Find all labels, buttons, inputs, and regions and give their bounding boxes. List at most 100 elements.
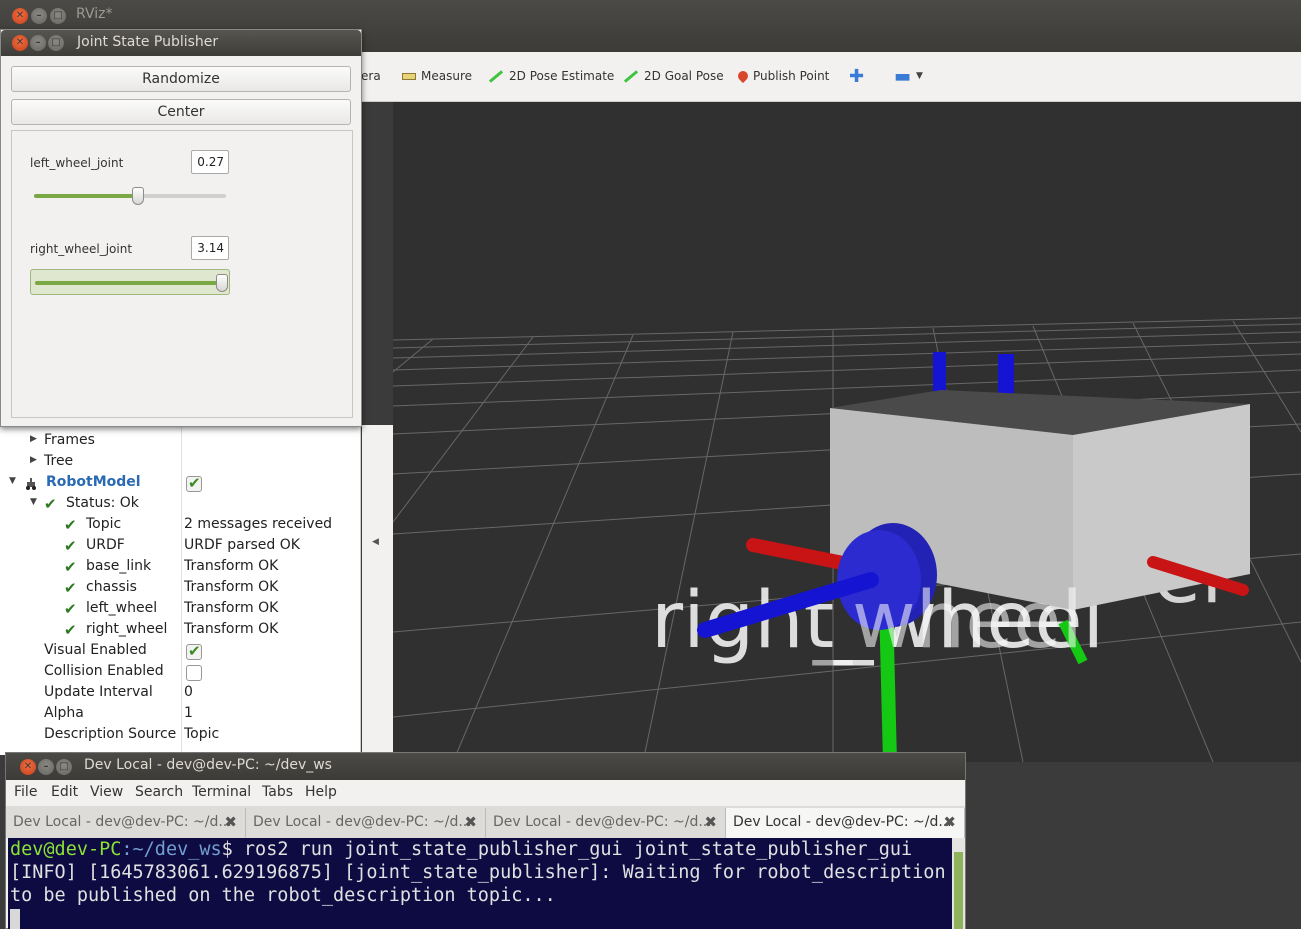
tool-camera-partial[interactable]: era [361, 66, 381, 86]
close-tab-icon[interactable]: ✖ [464, 808, 477, 836]
slider-handle[interactable] [132, 187, 144, 205]
collapse-left-icon[interactable]: ◀ [372, 537, 379, 547]
visual-enabled-checkbox[interactable] [186, 642, 202, 660]
menu-search[interactable]: Search [135, 784, 183, 800]
status-row[interactable]: ✔ base_link Transform OK [0, 557, 361, 578]
status-row[interactable]: ✔ chassis Transform OK [0, 578, 361, 599]
displays-panel: ▶ Frames ▶ Tree ▼ RobotModel ▼ ✔ Status:… [0, 425, 361, 755]
randomize-button[interactable]: Randomize [11, 66, 351, 92]
robotmodel-enabled-checkbox[interactable] [186, 474, 202, 492]
status-row[interactable]: ✔ URDF URDF parsed OK [0, 536, 361, 557]
menu-terminal[interactable]: Terminal [192, 784, 251, 800]
status-row[interactable]: ✔ left_wheel Transform OK [0, 599, 361, 620]
terminal-line: dev@dev-PC:~/dev_ws$ ros2 run joint_stat… [10, 838, 952, 861]
tree-item-robotmodel[interactable]: ▼ RobotModel [0, 473, 361, 494]
item-value[interactable]: 0 [184, 684, 193, 700]
close-icon[interactable]: ✕ [12, 35, 28, 51]
chevron-down-icon[interactable]: ▼ [916, 71, 923, 81]
status-row[interactable]: ✔ right_wheel Transform OK [0, 620, 361, 641]
frame-label-overlay: _wheel [812, 576, 1083, 666]
minimize-icon[interactable]: – [31, 8, 47, 24]
window-title: RViz* [76, 6, 113, 22]
joint-slider[interactable] [30, 269, 230, 295]
property-visual-enabled[interactable]: Visual Enabled [0, 641, 361, 662]
terminal-tab-active[interactable]: Dev Local - dev@dev-PC: ~/d... ✖ [726, 808, 965, 838]
command-text: $ ros2 run joint_state_publisher_gui joi… [221, 839, 913, 860]
item-label: RobotModel [46, 474, 141, 490]
expand-arrow-icon[interactable]: ▶ [30, 434, 37, 444]
scrollbar-thumb[interactable] [954, 852, 963, 929]
terminal-output[interactable]: dev@dev-PC:~/dev_ws$ ros2 run joint_stat… [8, 838, 952, 929]
close-tab-icon[interactable]: ✖ [704, 808, 717, 836]
jsp-titlebar[interactable]: ✕ – □ Joint State Publisher [1, 30, 361, 56]
terminal-tab[interactable]: Dev Local - dev@dev-PC: ~/d... ✖ [486, 808, 726, 838]
tab-label: Dev Local - dev@dev-PC: ~/d... [253, 814, 472, 830]
item-value[interactable]: Topic [184, 726, 219, 742]
tree-item-frames[interactable]: ▶ Frames [0, 431, 361, 452]
menu-edit[interactable]: Edit [51, 784, 78, 800]
joint-state-publisher-window: ✕ – □ Joint State Publisher Randomize Ce… [0, 29, 362, 427]
item-label: Status: Ok [66, 495, 139, 511]
terminal-line [10, 907, 952, 929]
terminal-titlebar[interactable]: ✕ – □ Dev Local - dev@dev-PC: ~/dev_ws [6, 753, 965, 780]
check-icon: ✔ [64, 621, 77, 639]
remove-tool-button[interactable]: ▬ ▼ [894, 66, 923, 87]
tool-label: Measure [421, 69, 472, 83]
tree-item-tree[interactable]: ▶ Tree [0, 452, 361, 473]
maximize-icon[interactable]: □ [48, 35, 64, 51]
status-row[interactable]: ✔ Topic 2 messages received [0, 515, 361, 536]
collapse-arrow-icon[interactable]: ▼ [9, 476, 16, 486]
item-value[interactable]: 1 [184, 705, 193, 721]
item-value: Transform OK [184, 600, 279, 616]
scene-render: right_wheel el _wheel [393, 317, 1301, 762]
menu-file[interactable]: File [14, 784, 37, 800]
3d-viewport[interactable]: right_wheel el _wheel [393, 102, 1301, 762]
joint-slider[interactable] [30, 183, 230, 209]
slider-handle[interactable] [216, 274, 228, 292]
check-icon: ✔ [64, 558, 77, 576]
slider-fill [35, 281, 225, 285]
close-tab-icon[interactable]: ✖ [224, 808, 237, 836]
minimize-icon[interactable]: – [30, 35, 46, 51]
close-icon[interactable]: ✕ [20, 759, 36, 775]
measure-tool[interactable]: Measure [402, 66, 472, 86]
property-update-interval[interactable]: Update Interval 0 [0, 683, 361, 704]
add-tool-button[interactable]: ✚ [849, 66, 864, 87]
terminal-tab[interactable]: Dev Local - dev@dev-PC: ~/d... ✖ [246, 808, 486, 838]
minimize-icon[interactable]: – [38, 759, 54, 775]
item-label: Visual Enabled [44, 642, 147, 658]
close-tab-icon[interactable]: ✖ [943, 808, 956, 836]
publish-point-tool[interactable]: Publish Point [735, 66, 829, 86]
menu-help[interactable]: Help [305, 784, 337, 800]
property-collision-enabled[interactable]: Collision Enabled [0, 662, 361, 683]
property-description-source[interactable]: Description Source Topic [0, 725, 361, 746]
joints-group: left_wheel_joint 0.27 right_wheel_joint … [11, 130, 353, 418]
terminal-scrollbar[interactable] [952, 838, 965, 929]
expand-arrow-icon[interactable]: ▶ [30, 455, 37, 465]
terminal-tab[interactable]: Dev Local - dev@dev-PC: ~/d... ✖ [6, 808, 246, 838]
item-label: Collision Enabled [44, 663, 164, 679]
center-button[interactable]: Center [11, 99, 351, 125]
menu-view[interactable]: View [90, 784, 123, 800]
close-icon[interactable]: ✕ [12, 8, 28, 24]
collision-enabled-checkbox[interactable] [186, 665, 202, 681]
maximize-icon[interactable]: □ [56, 759, 72, 775]
tool-label: era [361, 69, 381, 83]
pose-estimate-tool[interactable]: 2D Pose Estimate [488, 66, 614, 86]
menu-tabs[interactable]: Tabs [262, 784, 293, 800]
collapse-arrow-icon[interactable]: ▼ [30, 497, 37, 507]
panel-splitter[interactable]: ◀ [362, 425, 393, 755]
check-icon: ✔ [64, 579, 77, 597]
joint-value-field[interactable]: 0.27 [191, 150, 229, 174]
tab-label: Dev Local - dev@dev-PC: ~/d... [733, 814, 952, 830]
goal-pose-tool[interactable]: 2D Goal Pose [623, 66, 724, 86]
rviz-toolbar: era Measure 2D Pose Estimate 2D Goal Pos… [361, 52, 1301, 102]
item-label: Update Interval [44, 684, 153, 700]
terminal-menubar: File Edit View Search Terminal Tabs Help [6, 780, 965, 806]
tree-item-status[interactable]: ▼ ✔ Status: Ok [0, 494, 361, 515]
property-alpha[interactable]: Alpha 1 [0, 704, 361, 725]
maximize-icon[interactable]: □ [50, 8, 66, 24]
joint-value-field[interactable]: 3.14 [191, 236, 229, 260]
item-label: Topic [86, 516, 122, 532]
item-value: Transform OK [184, 621, 279, 637]
